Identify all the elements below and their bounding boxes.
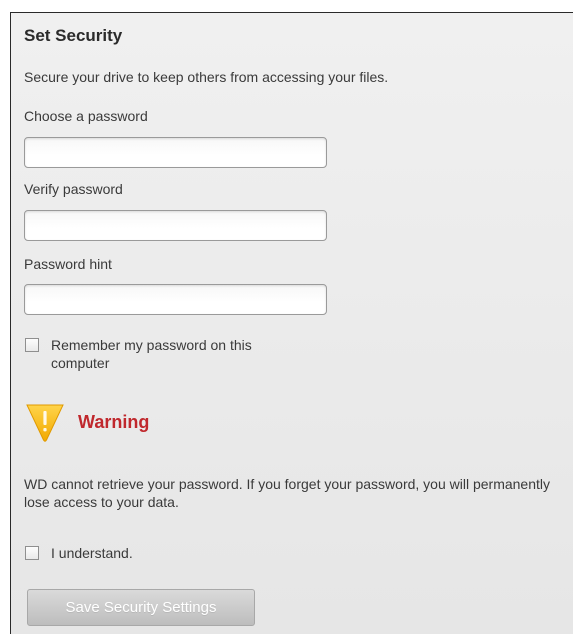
warning-text: WD cannot retrieve your password. If you…: [24, 476, 551, 510]
understand-label: I understand.: [51, 545, 133, 561]
warning-triangle-icon: [26, 404, 64, 442]
remember-password-checkbox[interactable]: [25, 338, 39, 352]
panel-description: Secure your drive to keep others from ac…: [24, 69, 389, 85]
password-label: Choose a password: [24, 108, 148, 124]
save-security-settings-button[interactable]: Save Security Settings: [27, 589, 255, 626]
warning-title: Warning: [78, 412, 150, 432]
password-hint-field[interactable]: [24, 284, 327, 315]
remember-password-label: Remember my password on this computer: [51, 337, 252, 371]
panel-title: Set Security: [24, 26, 123, 45]
verify-password-label: Verify password: [24, 181, 123, 197]
password-field[interactable]: [24, 137, 327, 168]
verify-password-field[interactable]: [24, 210, 327, 241]
set-security-panel: Set Security Secure your drive to keep o…: [10, 12, 573, 634]
password-hint-label: Password hint: [24, 256, 112, 272]
understand-checkbox[interactable]: [25, 546, 39, 560]
